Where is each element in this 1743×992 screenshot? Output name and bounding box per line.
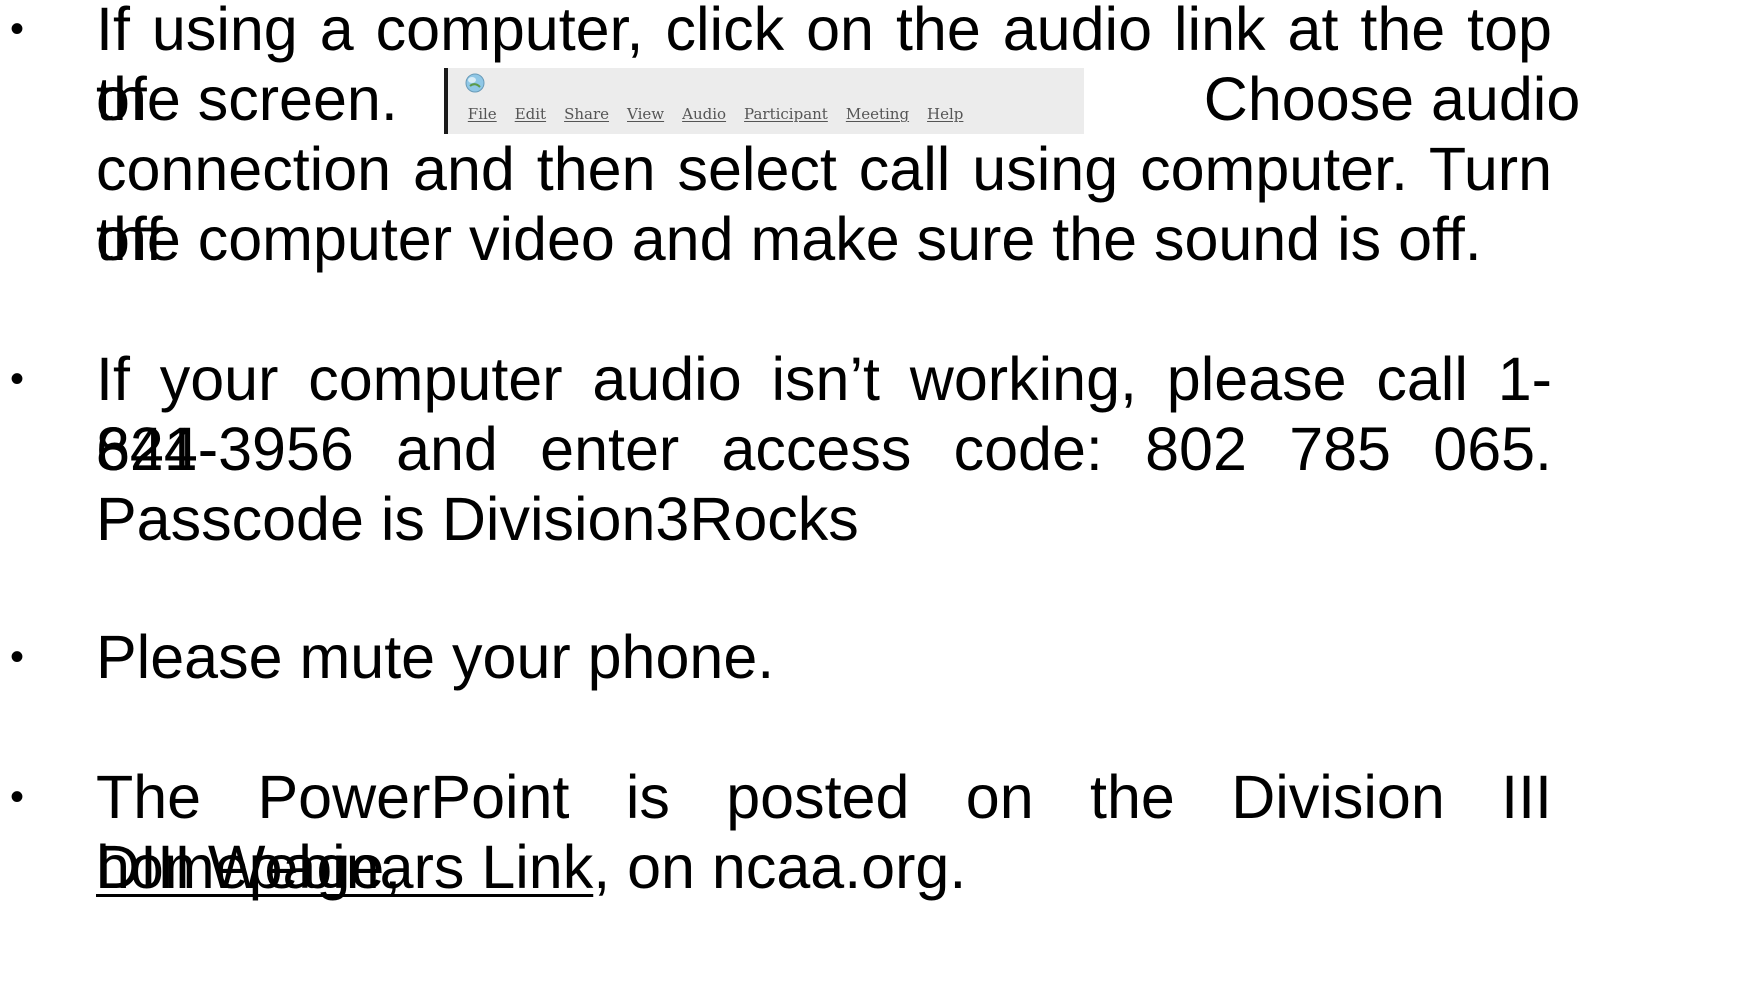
text-segment: , on ncaa.org. (593, 833, 967, 901)
text-segment: the screen. (96, 65, 398, 133)
text-line: If using a computer, click on the audio … (96, 0, 1552, 133)
menu-item-help: Help (927, 105, 964, 123)
text-line: the computer video and make sure the sou… (96, 205, 1482, 273)
bullet-marker: • (10, 635, 25, 679)
menu-item-meeting: Meeting (845, 105, 910, 123)
text-line: Please mute your phone. (96, 623, 775, 691)
bullet-marker: • (10, 357, 25, 401)
text-line: Passcode is Division3Rocks (96, 485, 859, 553)
menu-item-edit: Edit (514, 105, 547, 123)
text-line: 621-3956 and enter access code: 802 785 … (96, 415, 1552, 483)
text-line: If your computer audio isn’t working, pl… (96, 345, 1552, 483)
bullet-text: Please mute your phone. (96, 622, 1552, 692)
diii-webinars-link[interactable]: DIII Webinars Link (96, 833, 593, 901)
menu-item-participant: Participant (744, 105, 828, 123)
text-line-with-screenshot: the screen. File Edit Share View Audio Partici… (96, 64, 1580, 134)
text-line-with-link: DIII Webinars Link, on ncaa.org. (96, 832, 1552, 902)
menu-item-audio: Audio (682, 105, 727, 123)
menu-item-share: Share (564, 105, 610, 123)
bullet-text: The PowerPoint is posted on the Division… (96, 762, 1552, 902)
menu-bar-screenshot: File Edit Share View Audio Participant Meeting… (443, 68, 1084, 134)
text-line: The PowerPoint is posted on the Division… (96, 763, 1552, 901)
bullet-text: If your computer audio isn’t working, pl… (96, 344, 1552, 554)
bullet-marker: • (10, 775, 25, 819)
bullet-text: If using a computer, click on the audio … (96, 0, 1580, 274)
bullet-marker: • (10, 7, 25, 51)
globe-icon (465, 73, 485, 93)
menu-item-file: File (467, 105, 497, 123)
text-segment: Choose audio (1203, 65, 1581, 133)
menu-item-view: View (627, 105, 665, 123)
text-line: connection and then select call using co… (96, 135, 1552, 273)
menu-items: File Edit Share View Audio Participant Meeting… (468, 104, 982, 124)
